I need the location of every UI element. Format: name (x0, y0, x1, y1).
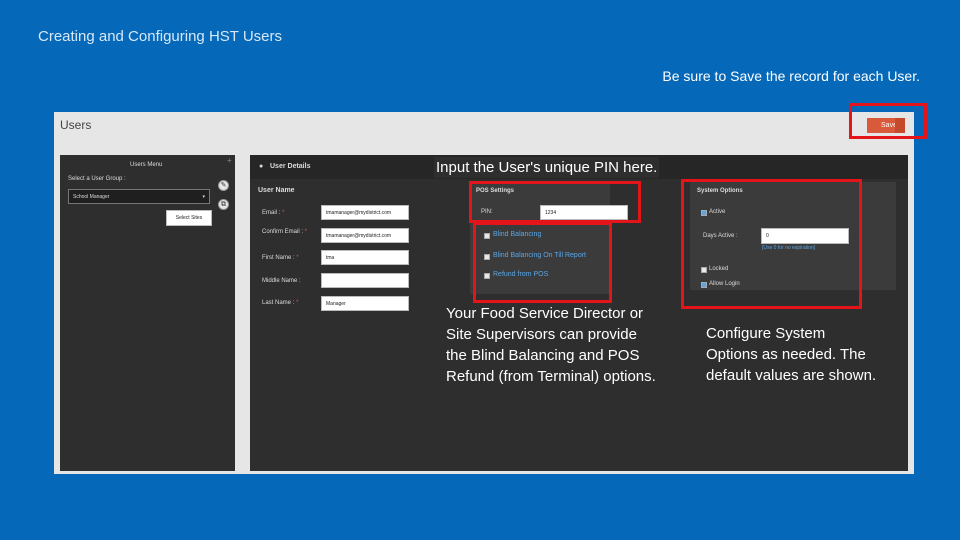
plus-icon[interactable]: + (227, 156, 232, 165)
user-icon: ● (259, 163, 264, 170)
pin-highlight-box (469, 181, 641, 223)
email-field[interactable]: tmamanager@mydistrict.com (321, 205, 409, 220)
system-options-highlight-box (681, 179, 862, 309)
user-group-value: School Manager (73, 194, 110, 200)
user-group-select[interactable]: School Manager ▾ (68, 189, 210, 204)
user-name-section-title: User Name (258, 187, 295, 194)
middle-name-label: Middle Name : (262, 278, 301, 284)
page-title: Users (60, 118, 92, 132)
save-highlight-box (849, 103, 927, 139)
confirm-email-label: Confirm Email : * (262, 229, 308, 235)
slide-title: Creating and Configuring HST Users (38, 28, 283, 45)
system-callout: Configure System Options as needed. The … (706, 325, 877, 384)
copy-icon[interactable]: ⧉ (218, 199, 229, 210)
last-name-field[interactable]: Manager (321, 296, 409, 311)
middle-name-field[interactable] (321, 273, 409, 288)
first-name-field[interactable]: tma (321, 250, 409, 265)
pos-callout: Your Food Service Director or Site Super… (446, 305, 656, 385)
pos-options-highlight-box (473, 222, 612, 303)
users-menu-title: Users Menu (130, 162, 163, 168)
chevron-down-icon: ▾ (202, 194, 205, 200)
first-name-label: First Name : * (262, 255, 299, 261)
confirm-email-field[interactable]: tmamanager@mydistrict.com (321, 228, 409, 243)
email-label: Email : * (262, 210, 285, 216)
edit-icon[interactable]: ✎ (218, 180, 229, 191)
pin-callout: Input the User's unique PIN here. (434, 157, 660, 178)
last-name-label: Last Name : * (262, 300, 299, 306)
select-sites-button[interactable]: Select Sites (166, 210, 212, 226)
slide-note: Be sure to Save the record for each User… (662, 68, 920, 84)
user-group-label: Select a User Group : (68, 176, 126, 182)
user-details-title: User Details (270, 163, 311, 170)
